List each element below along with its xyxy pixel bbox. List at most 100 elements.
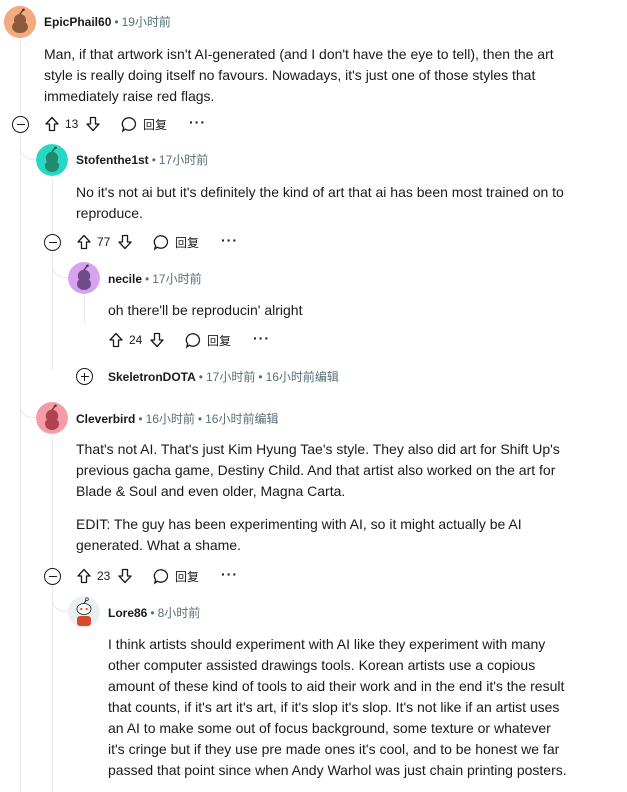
comment-actions: 24 回复 ··· bbox=[108, 328, 270, 352]
meta-separator: • bbox=[150, 606, 155, 620]
plus-icon-v bbox=[83, 372, 86, 381]
comment-text: oh there'll be reproducin' alright bbox=[108, 302, 303, 318]
comment-body: No it's not ai but it's definitely the k… bbox=[76, 182, 566, 224]
snoo-avatar-icon bbox=[68, 596, 100, 628]
user-avatar[interactable] bbox=[36, 144, 68, 176]
timestamp[interactable]: 17小时前 bbox=[152, 272, 201, 286]
edited-label: 编辑 bbox=[314, 370, 339, 384]
comment-meta: Cleverbird • 16小时前 • 16小时前编辑 bbox=[76, 411, 279, 427]
vote-count: 24 bbox=[129, 333, 143, 347]
upvote-button[interactable] bbox=[76, 568, 92, 584]
downvote-arrow-icon bbox=[86, 116, 100, 132]
comment-text: No it's not ai but it's definitely the k… bbox=[76, 184, 564, 221]
timestamp[interactable]: 17小时前 bbox=[206, 370, 255, 384]
more-options-button[interactable]: ··· bbox=[253, 331, 270, 348]
meta-separator: • bbox=[138, 412, 143, 426]
reply-button[interactable]: 回复 bbox=[153, 234, 199, 251]
thread-elbow-c3 bbox=[52, 258, 68, 278]
user-avatar[interactable] bbox=[4, 6, 36, 38]
meta-separator: • bbox=[145, 272, 150, 286]
timestamp[interactable]: 19小时前 bbox=[122, 15, 171, 29]
username[interactable]: Lore86 bbox=[108, 606, 147, 620]
reply-bubble-icon bbox=[153, 234, 169, 251]
more-options-button[interactable]: ··· bbox=[221, 233, 238, 250]
comment-meta: EpicPhail60 • 19小时前 bbox=[44, 14, 171, 30]
comment-actions: 23 回复 ··· bbox=[76, 564, 238, 588]
reply-button[interactable]: 回复 bbox=[153, 568, 199, 585]
thread-line-level-1-c5 bbox=[52, 436, 53, 568]
thread-line-level-0-lower bbox=[20, 132, 21, 792]
comment-body: I think artists should experiment with A… bbox=[108, 634, 568, 781]
downvote-button[interactable] bbox=[85, 116, 101, 132]
reply-button[interactable]: 回复 bbox=[121, 116, 167, 133]
thread-line-level-1-c5-lower bbox=[52, 584, 53, 792]
username[interactable]: EpicPhail60 bbox=[44, 15, 111, 29]
vote-count: 13 bbox=[65, 117, 79, 131]
timestamp[interactable]: 17小时前 bbox=[159, 153, 208, 167]
vote-count: 77 bbox=[97, 235, 111, 249]
meta-separator: • bbox=[198, 370, 203, 384]
edited-label: 编辑 bbox=[254, 412, 279, 426]
edited-timestamp: 16小时前 bbox=[205, 412, 255, 426]
comment-meta: necile • 17小时前 bbox=[108, 271, 202, 287]
username[interactable]: Stofenthe1st bbox=[76, 153, 149, 167]
comment-body: Man, if that artwork isn't AI-generated … bbox=[44, 44, 572, 107]
comment-body: That's not AI. That's just Kim Hyung Tae… bbox=[76, 439, 566, 556]
reply-bubble-icon bbox=[185, 332, 201, 349]
upvote-button[interactable] bbox=[44, 116, 60, 132]
comment-paragraph-1: That's not AI. That's just Kim Hyung Tae… bbox=[76, 441, 560, 499]
username[interactable]: Cleverbird bbox=[76, 412, 135, 426]
reply-bubble-icon bbox=[153, 568, 169, 585]
reply-bubble-icon bbox=[121, 116, 137, 133]
snoo-avatar-icon bbox=[68, 262, 100, 294]
reply-label: 回复 bbox=[175, 569, 200, 584]
upvote-arrow-icon bbox=[77, 568, 91, 584]
snoo-avatar-icon bbox=[36, 402, 68, 434]
thread-elbow-c5 bbox=[20, 390, 36, 418]
comment-body: oh there'll be reproducin' alright bbox=[108, 300, 568, 321]
more-options-button[interactable]: ··· bbox=[221, 567, 238, 584]
comment-meta: SkeletronDOTA • 17小时前 • 16小时前编辑 bbox=[108, 369, 339, 385]
upvote-arrow-icon bbox=[45, 116, 59, 132]
upvote-arrow-icon bbox=[77, 234, 91, 250]
upvote-button[interactable] bbox=[108, 332, 124, 348]
minus-icon bbox=[48, 241, 57, 244]
thread-elbow-c6 bbox=[52, 592, 68, 612]
user-avatar[interactable] bbox=[68, 262, 100, 294]
snoo-avatar-icon bbox=[4, 6, 36, 38]
timestamp[interactable]: 8小时前 bbox=[158, 606, 201, 620]
reply-label: 回复 bbox=[175, 235, 200, 250]
collapse-thread-button[interactable] bbox=[12, 116, 29, 133]
timestamp[interactable]: 16小时前 bbox=[146, 412, 195, 426]
downvote-button[interactable] bbox=[149, 332, 165, 348]
comment-text: I think artists should experiment with A… bbox=[108, 636, 567, 778]
reply-button[interactable]: 回复 bbox=[185, 332, 231, 349]
comment-text: Man, if that artwork isn't AI-generated … bbox=[44, 46, 554, 104]
expand-thread-button[interactable] bbox=[76, 368, 93, 385]
snoo-avatar-icon bbox=[36, 144, 68, 176]
collapse-thread-button[interactable] bbox=[44, 234, 61, 251]
meta-separator: • bbox=[114, 15, 119, 29]
collapse-thread-button[interactable] bbox=[44, 568, 61, 585]
comment-meta: Stofenthe1st • 17小时前 bbox=[76, 152, 208, 168]
downvote-button[interactable] bbox=[117, 568, 133, 584]
username[interactable]: necile bbox=[108, 272, 142, 286]
thread-elbow-c2 bbox=[20, 140, 36, 160]
downvote-arrow-icon bbox=[118, 568, 132, 584]
comment-paragraph-2: EDIT: The guy has been experimenting wit… bbox=[76, 516, 522, 553]
more-options-button[interactable]: ··· bbox=[189, 115, 206, 132]
upvote-arrow-icon bbox=[109, 332, 123, 348]
meta-separator: • bbox=[151, 153, 156, 167]
reply-label: 回复 bbox=[143, 117, 168, 132]
downvote-arrow-icon bbox=[150, 332, 164, 348]
username[interactable]: SkeletronDOTA bbox=[108, 370, 196, 384]
downvote-button[interactable] bbox=[117, 234, 133, 250]
user-avatar[interactable] bbox=[36, 402, 68, 434]
comment-actions: 13 回复 ··· bbox=[44, 112, 206, 136]
thread-line-level-0 bbox=[20, 40, 21, 118]
downvote-arrow-icon bbox=[118, 234, 132, 250]
comment-meta: Lore86 • 8小时前 bbox=[108, 605, 200, 621]
thread-line-level-1-c2 bbox=[52, 178, 53, 234]
upvote-button[interactable] bbox=[76, 234, 92, 250]
user-avatar[interactable] bbox=[68, 596, 100, 628]
